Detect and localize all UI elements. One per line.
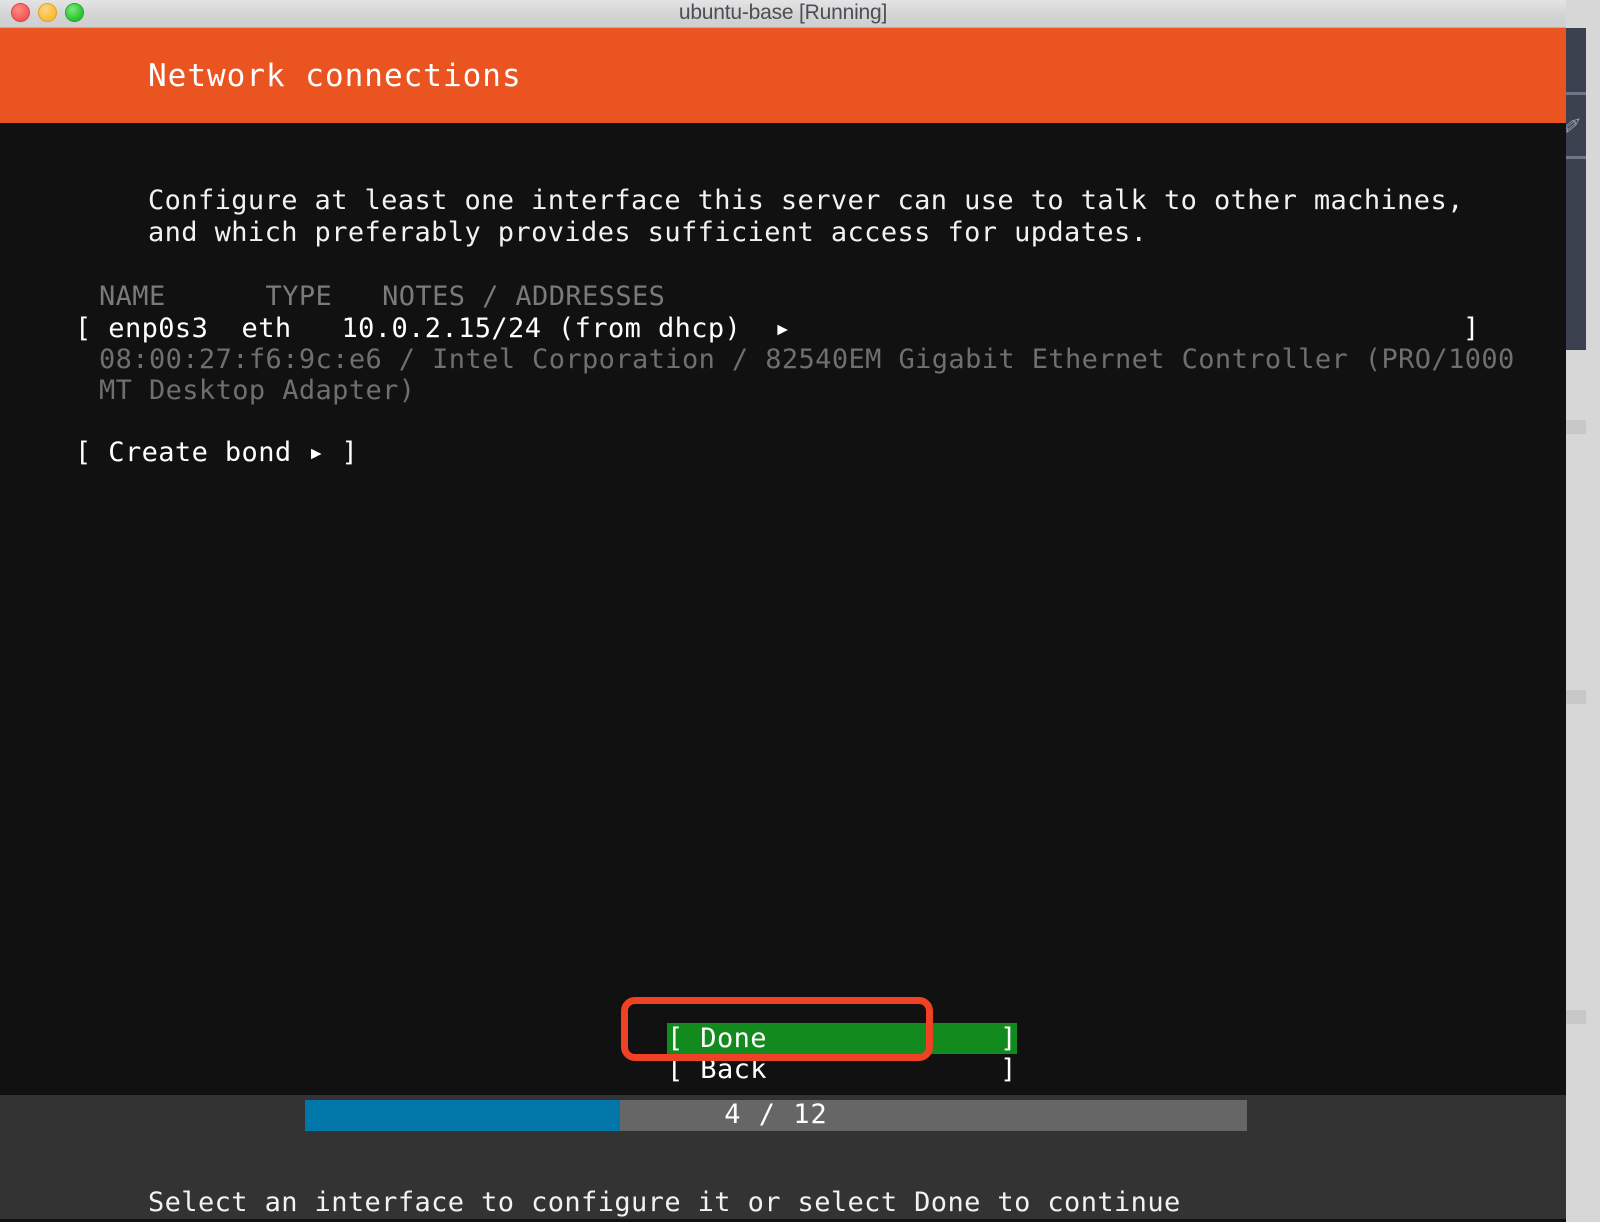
progress-bar: 4 / 12 xyxy=(305,1100,1247,1131)
window-titlebar: ubuntu-base [Running] xyxy=(0,0,1566,28)
create-bond-button[interactable]: [ Create bond ▸ ] xyxy=(75,437,358,469)
progress-bar-label: 4 / 12 xyxy=(724,1099,828,1130)
vm-viewport: Network connections Configure at least o… xyxy=(0,28,1566,1222)
page-title: Network connections xyxy=(148,58,522,94)
interface-row-close-bracket: ] xyxy=(1463,313,1480,344)
interface-row-enp0s3[interactable]: [ enp0s3 eth 10.0.2.15/24 (from dhcp) ▸ xyxy=(75,313,791,345)
screen-root: ✐ ubuntu-base [Running] Network connecti… xyxy=(0,0,1600,1222)
installer-footer: 4 / 12 Select an interface to configure … xyxy=(0,1095,1566,1222)
back-button[interactable]: [ Back ] xyxy=(667,1054,1017,1085)
intro-text-line-1: Configure at least one interface this se… xyxy=(148,185,1464,216)
footer-hint-text: Select an interface to configure it or s… xyxy=(148,1187,1181,1218)
installer-header: Network connections xyxy=(0,28,1566,123)
intro-text-line-2: and which preferably provides sufficient… xyxy=(148,216,1148,248)
action-button-stack: [ Done ] [ Back ] xyxy=(667,1023,1017,1085)
table-column-headers: NAME TYPE NOTES / ADDRESSES xyxy=(99,281,666,312)
installer-body: Configure at least one interface this se… xyxy=(0,123,1566,1098)
window-title: ubuntu-base [Running] xyxy=(678,1,888,24)
interface-detail-line-1: 08:00:27:f6:9c:e6 / Intel Corporation / … xyxy=(99,344,1515,375)
done-button[interactable]: [ Done ] xyxy=(667,1023,1017,1054)
interface-detail-line-2: MT Desktop Adapter) xyxy=(99,375,416,406)
